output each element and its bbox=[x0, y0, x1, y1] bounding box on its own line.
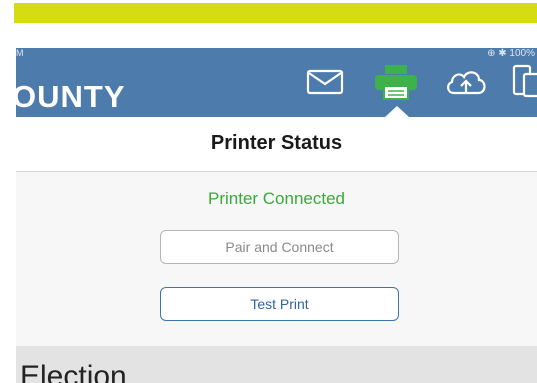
active-tab-indicator bbox=[385, 106, 409, 117]
devices-icon[interactable] bbox=[512, 62, 537, 98]
app-window: M ⊕ ✱ 100% OUNTY Printer Status Printer … bbox=[16, 48, 537, 383]
pair-and-connect-button[interactable]: Pair and Connect bbox=[160, 230, 399, 264]
printer-status-panel: Printer Connected Pair and Connect Test … bbox=[16, 172, 537, 346]
accent-bar bbox=[14, 3, 537, 23]
printer-icon[interactable] bbox=[373, 64, 419, 100]
status-bar-indicators: ⊕ ✱ 100% bbox=[487, 48, 535, 59]
section-header: Election bbox=[16, 346, 537, 383]
cloud-upload-icon[interactable] bbox=[444, 68, 488, 96]
page-header: Printer Status bbox=[16, 117, 537, 172]
test-print-button[interactable]: Test Print bbox=[160, 287, 399, 321]
top-nav-bar: M ⊕ ✱ 100% OUNTY bbox=[16, 48, 537, 117]
status-bar-time: M bbox=[16, 48, 24, 58]
page-title: Printer Status bbox=[210, 132, 343, 154]
printer-status-text: Printer Connected bbox=[207, 189, 346, 208]
brand-logo-text: OUNTY bbox=[16, 79, 126, 114]
mail-icon[interactable] bbox=[306, 68, 344, 96]
section-title: Election bbox=[20, 360, 127, 383]
